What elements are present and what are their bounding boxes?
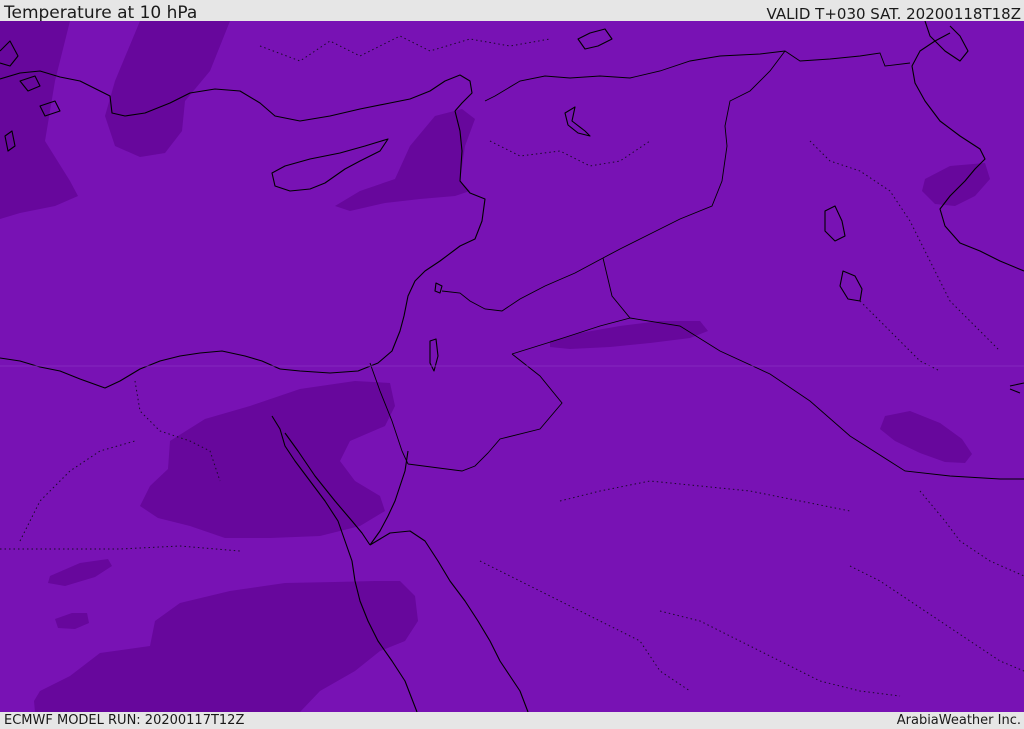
model-run-label: ECMWF MODEL RUN: 20200117T12Z: [4, 713, 245, 728]
header-bar: Temperature at 10 hPa VALID T+030 SAT. 2…: [0, 0, 1024, 23]
weather-map[interactable]: [0, 21, 1024, 712]
footer-bar: ECMWF MODEL RUN: 20200117T12Z ArabiaWeat…: [0, 712, 1024, 729]
credit-label: ArabiaWeather Inc.: [896, 713, 1021, 728]
map-title: Temperature at 10 hPa: [4, 3, 198, 23]
